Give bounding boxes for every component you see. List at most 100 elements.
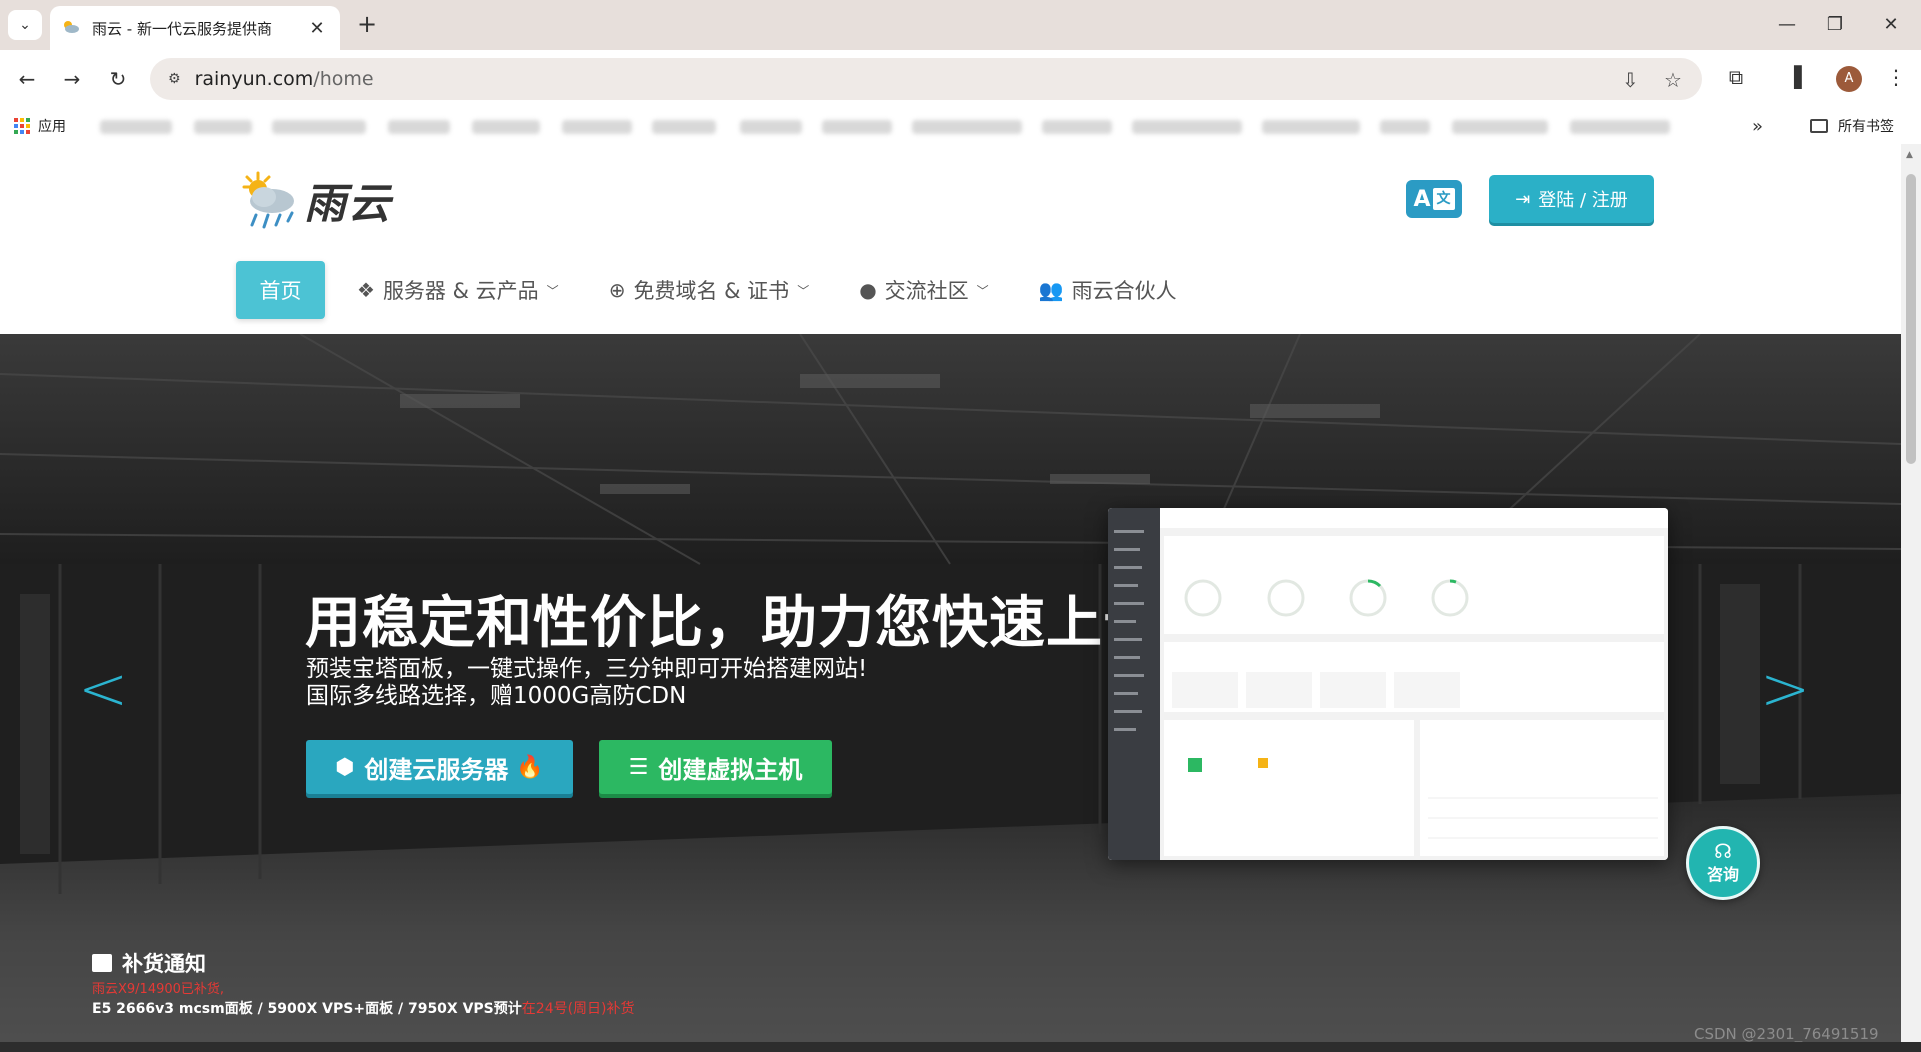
- hero-subtitle-line-2: 国际多线路选择，赠1000G高防CDN: [306, 683, 687, 709]
- consult-label: 咨询: [1706, 865, 1739, 884]
- nav-domains-label: 免费域名 & 证书: [633, 279, 790, 303]
- bookmark-item[interactable]: [100, 120, 172, 134]
- carousel-prev-arrow[interactable]: <: [78, 654, 128, 724]
- bookmark-item[interactable]: [740, 120, 802, 134]
- tab-search-button[interactable]: ⌄: [8, 10, 42, 40]
- hero-carousel: < > 用稳定和性价比，助力您快速上云 预装宝塔面板，一键式操作，三分钟即可开始…: [0, 334, 1901, 1042]
- create-virtual-host-label: 创建虚拟主机: [658, 755, 803, 784]
- bookmark-item[interactable]: [1262, 120, 1360, 134]
- hero-subtitle: 预装宝塔面板，一键式操作，三分钟即可开始搭建网站! 国际多线路选择，赠1000G…: [306, 656, 867, 710]
- notice-title: 补货通知: [92, 948, 206, 978]
- create-virtual-host-button[interactable]: ☰ 创建虚拟主机: [599, 740, 832, 794]
- all-bookmarks-button[interactable]: 所有书签: [1810, 116, 1894, 136]
- bookmark-item[interactable]: [388, 120, 450, 134]
- browser-tab-strip: ⌄ 雨云 - 新一代云服务提供商 ✕ + — ❐ ✕: [0, 0, 1921, 50]
- notice-line-2: E5 2666v3 mcsm面板 / 5900X VPS+面板 / 7950X …: [92, 998, 635, 1018]
- forward-button[interactable]: →: [57, 64, 87, 94]
- nav-home[interactable]: 首页: [236, 261, 325, 319]
- tab-close-icon[interactable]: ✕: [306, 18, 328, 39]
- notice-line-2-red: 在24号(周日)补货: [521, 1001, 635, 1017]
- bookmark-item[interactable]: [1132, 120, 1242, 134]
- bookmark-item[interactable]: [472, 120, 540, 134]
- minimize-button[interactable]: —: [1762, 10, 1812, 40]
- bookmarks-bar: 应用 » 所有书签: [0, 108, 1921, 144]
- bookmark-item[interactable]: [1380, 120, 1430, 134]
- url-host: rainyun.com: [194, 68, 314, 90]
- site-logo[interactable]: 雨云: [236, 170, 392, 231]
- install-app-icon[interactable]: ⇩: [1622, 68, 1639, 92]
- sign-in-icon: ⇥: [1515, 188, 1531, 210]
- bookmark-item[interactable]: [1570, 120, 1670, 134]
- bookmark-item[interactable]: [822, 120, 892, 134]
- login-register-label: 登陆 / 注册: [1538, 190, 1628, 211]
- panel-preview-image: [1108, 508, 1668, 860]
- bookmark-item[interactable]: [562, 120, 632, 134]
- chevron-down-icon: ﹀: [976, 283, 989, 298]
- bookmark-item[interactable]: [272, 120, 366, 134]
- chevron-down-icon: ﹀: [546, 283, 559, 298]
- url-path: /home: [313, 68, 374, 90]
- sidebar-icon[interactable]: ▌: [1788, 65, 1816, 89]
- notice-title-text: 补货通知: [122, 952, 206, 976]
- bookmark-item[interactable]: [652, 120, 716, 134]
- browser-tab[interactable]: 雨云 - 新一代云服务提供商 ✕: [50, 6, 340, 50]
- extensions-icon[interactable]: ⧉: [1722, 65, 1750, 89]
- address-bar[interactable]: ⚙ rainyun.com/home ⇩ ☆: [150, 58, 1702, 100]
- reload-button[interactable]: ↻: [103, 64, 133, 94]
- rainyun-favicon-icon: [64, 21, 79, 33]
- page-viewport: 雨云 A 文 ⇥ 登陆 / 注册 首页 ❖ 服务器 & 云产品 ﹀ ⊕ 免费域名…: [0, 144, 1921, 1042]
- nav-domains[interactable]: ⊕ 免费域名 & 证书 ﹀: [609, 275, 810, 305]
- globe-icon: ⊕: [608, 278, 626, 302]
- taskbar-strip: [0, 1042, 1921, 1052]
- menu-icon[interactable]: ⋮: [1882, 65, 1910, 89]
- hero-title: 用稳定和性价比，助力您快速上云: [305, 591, 1160, 656]
- headset-icon: ☊: [1714, 839, 1732, 863]
- nav-partner[interactable]: 👥 雨云合伙人: [1039, 275, 1177, 305]
- hero-subtitle-line-1: 预装宝塔面板，一键式操作，三分钟即可开始搭建网站!: [306, 656, 868, 682]
- nav-community[interactable]: ● 交流社区 ﹀: [859, 275, 988, 305]
- folder-icon: [1810, 119, 1828, 133]
- restock-notice: 补货通知 雨云X9/14900已补货, E5 2666v3 mcsm面板 / 5…: [0, 934, 1901, 1042]
- restore-button[interactable]: ❐: [1810, 10, 1860, 40]
- csdn-watermark: CSDN @2301_76491519: [1694, 1025, 1879, 1043]
- bookmark-item[interactable]: [912, 120, 1022, 134]
- nav-servers[interactable]: ❖ 服务器 & 云产品 ﹀: [357, 275, 559, 305]
- new-tab-button[interactable]: +: [352, 10, 382, 40]
- site-info-icon[interactable]: ⚙: [168, 71, 181, 87]
- scroll-thumb[interactable]: [1906, 174, 1916, 464]
- bookmark-apps-label: 应用: [38, 119, 66, 135]
- scroll-up-icon[interactable]: ▲: [1906, 150, 1913, 160]
- close-window-button[interactable]: ✕: [1866, 10, 1916, 40]
- server-icon: ☰: [628, 754, 649, 780]
- apps-grid-icon: [14, 118, 30, 134]
- consult-button[interactable]: ☊ 咨询: [1686, 826, 1760, 900]
- nav-community-label: 交流社区: [884, 279, 969, 303]
- translate-icon: 文: [1432, 188, 1455, 210]
- back-button[interactable]: ←: [12, 64, 42, 94]
- cubes-icon: ❖: [357, 278, 375, 302]
- profile-avatar[interactable]: A: [1836, 66, 1862, 92]
- page-scrollbar[interactable]: ▲: [1901, 144, 1921, 1042]
- all-bookmarks-label: 所有书签: [1838, 119, 1894, 135]
- login-register-button[interactable]: ⇥ 登陆 / 注册: [1489, 175, 1654, 223]
- bookmark-item[interactable]: [1452, 120, 1548, 134]
- rain-cloud-logo-icon: [242, 171, 294, 228]
- tab-title: 雨云 - 新一代云服务提供商: [92, 19, 272, 38]
- more-bookmarks-icon[interactable]: »: [1752, 116, 1763, 137]
- cube-icon: ⬢: [335, 754, 355, 780]
- comment-icon: ●: [859, 278, 877, 302]
- bookmark-item[interactable]: [1042, 120, 1112, 134]
- carousel-next-arrow[interactable]: >: [1760, 654, 1810, 724]
- bookmark-apps[interactable]: 应用: [14, 116, 66, 136]
- url-text[interactable]: rainyun.com/home: [195, 68, 374, 90]
- bookmark-item[interactable]: [194, 120, 252, 134]
- language-letter: A: [1413, 186, 1431, 212]
- browser-toolbar: ← → ↻ ⚙ rainyun.com/home ⇩ ☆ ⧉ ▌ ⋮: [0, 50, 1921, 108]
- logo-text: 雨云: [304, 179, 393, 228]
- create-cloud-server-button[interactable]: ⬢ 创建云服务器 🔥: [306, 740, 573, 794]
- fire-icon: 🔥: [516, 754, 544, 780]
- users-icon: 👥: [1038, 278, 1064, 302]
- archive-icon: [92, 954, 112, 972]
- language-switch-button[interactable]: A 文: [1406, 180, 1462, 218]
- bookmark-star-icon[interactable]: ☆: [1664, 68, 1682, 92]
